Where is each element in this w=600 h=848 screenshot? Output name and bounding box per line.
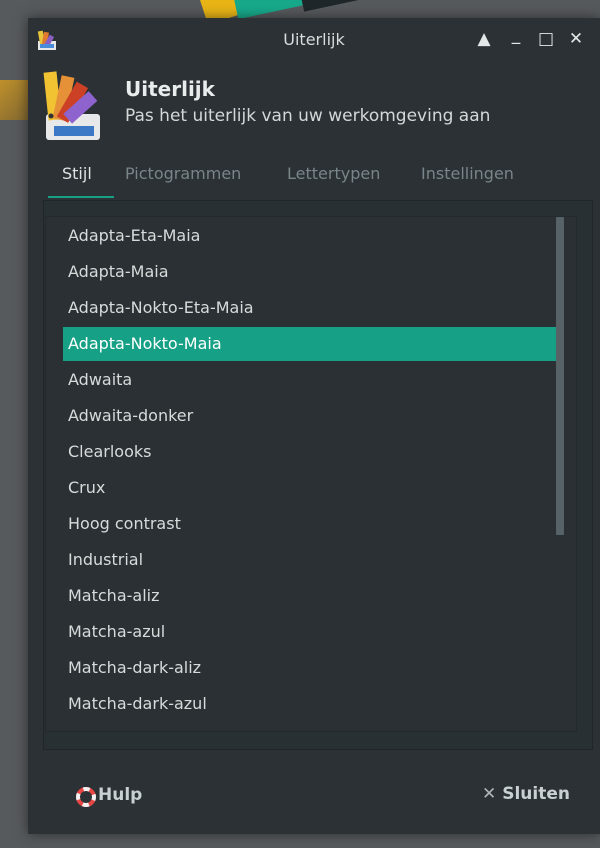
list-item-selected[interactable]: Adapta-Nokto-Maia (63, 327, 556, 361)
close-label: Sluiten (502, 784, 570, 804)
wallpaper-stripe-teal (230, 0, 600, 20)
appearance-palette-icon (42, 68, 104, 144)
list-item[interactable]: Matcha-dark-aliz (46, 651, 556, 685)
theme-list[interactable]: Adapta-Eta-Maia Adapta-Maia Adapta-Nokto… (45, 216, 577, 732)
list-item[interactable]: Crux (46, 471, 556, 505)
title-bar[interactable]: Uiterlijk ▲ _ □ ✕ (28, 18, 600, 62)
appearance-window: Uiterlijk ▲ _ □ ✕ Uiterlijk Pas het uite… (28, 18, 600, 834)
dialog-header: Uiterlijk Pas het uiterlijk van uw werko… (28, 62, 600, 158)
list-item[interactable]: Adwaita (46, 363, 556, 397)
tab-pictogrammen[interactable]: Pictogrammen (125, 164, 241, 195)
list-item[interactable]: Adapta-Eta-Maia (46, 219, 556, 253)
close-window-button[interactable]: ✕ (564, 26, 588, 52)
dialog-footer: Hulp ✕ Sluiten (28, 768, 600, 828)
lifebuoy-icon (76, 787, 96, 807)
tab-instellingen[interactable]: Instellingen (421, 164, 514, 195)
active-tab-indicator (48, 196, 114, 198)
list-item[interactable]: Hoog contrast (46, 507, 556, 541)
list-item[interactable]: Adwaita-donker (46, 399, 556, 433)
list-item[interactable]: Industrial (46, 543, 556, 577)
wallpaper-accent (0, 80, 28, 120)
tab-stijl[interactable]: Stijl (62, 164, 92, 195)
maximize-button[interactable]: □ (534, 26, 558, 52)
tab-lettertypen[interactable]: Lettertypen (287, 164, 380, 195)
list-item[interactable]: Adapta-Nokto-Eta-Maia (46, 291, 556, 325)
wallpaper-stripe-dark (300, 0, 600, 12)
list-item[interactable]: Clearlooks (46, 435, 556, 469)
close-icon: ✕ (481, 784, 497, 804)
list-item[interactable]: Matcha-aliz (46, 579, 556, 613)
minimize-button[interactable]: _ (504, 22, 528, 48)
help-label: Hulp (98, 785, 143, 805)
dialog-subtitle: Pas het uiterlijk van uw werkomgeving aa… (125, 106, 491, 126)
shade-button[interactable]: ▲ (472, 26, 496, 52)
list-scrollbar[interactable] (556, 217, 564, 535)
list-item[interactable]: Matcha-dark-azul (46, 687, 556, 721)
close-button[interactable]: ✕ Sluiten (482, 784, 570, 804)
list-item[interactable]: Matcha-azul (46, 615, 556, 649)
list-item[interactable]: Adapta-Maia (46, 255, 556, 289)
dialog-title: Uiterlijk (125, 77, 215, 101)
